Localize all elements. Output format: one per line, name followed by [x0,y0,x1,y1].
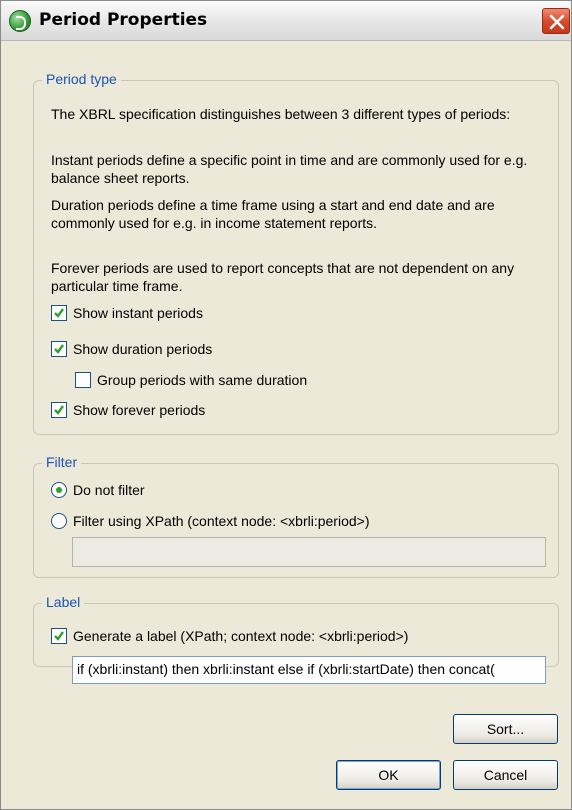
forever-description: Forever periods are used to report conce… [51,260,515,294]
show-instant-label: Show instant periods [73,305,203,321]
ok-button[interactable]: OK [336,760,441,790]
checkbox-box[interactable] [51,628,67,644]
cancel-button[interactable]: Cancel [453,760,558,790]
checkmark-icon [54,405,64,415]
checkbox-box[interactable] [51,305,67,321]
label-xpath-input[interactable]: if (xbrli:instant) then xbrli:instant el… [72,656,546,684]
filter-legend: Filter [42,454,82,470]
filter-xpath-label: Filter using XPath (context node: <xbrli… [73,513,370,529]
checkbox-box[interactable] [51,402,67,418]
intro-paragraph: The XBRL specification distinguishes bet… [51,106,511,122]
show-duration-label: Show duration periods [73,341,213,357]
checkmark-icon [54,631,64,641]
radio-button[interactable] [51,513,67,529]
checkmark-icon [54,308,64,318]
show-duration-checkbox[interactable]: Show duration periods [51,338,212,360]
radio-selected-dot [56,487,62,493]
show-forever-checkbox[interactable]: Show forever periods [51,399,205,421]
duration-description: Duration periods define a time frame usi… [51,197,495,231]
filter-xpath-radio[interactable]: Filter using XPath (context node: <xbrli… [51,510,370,532]
do-not-filter-label: Do not filter [73,482,145,498]
show-instant-checkbox[interactable]: Show instant periods [51,302,203,324]
group-same-duration-label: Group periods with same duration [97,372,308,388]
close-icon [549,14,565,30]
show-forever-label: Show forever periods [73,402,206,418]
generate-label-text: Generate a label (XPath; context node: <… [73,628,409,644]
radio-button[interactable] [51,482,67,498]
do-not-filter-radio[interactable]: Do not filter [51,479,145,501]
checkmark-icon [54,344,64,354]
period-properties-dialog: Period Properties Period type The XBRL s… [0,0,572,810]
app-logo-icon [9,10,31,32]
dialog-title: Period Properties [39,10,208,30]
period-type-legend: Period type [42,71,121,87]
title-bar[interactable]: Period Properties [1,1,571,41]
instant-description: Instant periods define a specific point … [51,152,528,186]
generate-label-checkbox[interactable]: Generate a label (XPath; context node: <… [51,625,408,647]
close-button[interactable] [542,8,570,34]
label-legend: Label [42,594,85,610]
group-same-duration-checkbox[interactable]: Group periods with same duration [75,369,307,391]
sort-button[interactable]: Sort... [453,714,558,744]
checkbox-box[interactable] [51,341,67,357]
checkbox-box[interactable] [75,372,91,388]
filter-xpath-input[interactable] [72,537,546,567]
